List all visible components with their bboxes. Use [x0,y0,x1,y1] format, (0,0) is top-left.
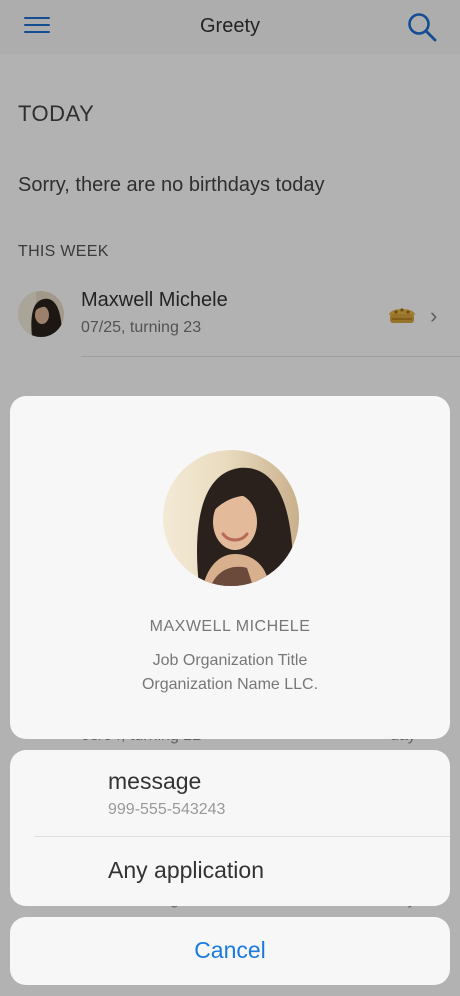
contact-full-name: MAXWELL MICHELE [149,618,311,635]
contact-photo [163,450,299,586]
message-option-label: message [108,768,202,794]
contact-organization: Organization Name LLC. [141,676,319,693]
greeting-options: message 999-555-543243 Any application [10,750,450,906]
phone-number: 999-555-543243 [108,801,226,818]
any-application-option[interactable]: Any application [10,837,450,906]
contact-job-title: Job Organization Title [152,652,308,669]
cancel-label: Cancel [194,937,266,963]
contact-card: MAXWELL MICHELE Job Organization Title O… [10,396,450,739]
send-message-option[interactable]: message 999-555-543243 [10,750,450,836]
cancel-button[interactable]: Cancel [10,917,450,985]
any-application-label: Any application [108,857,264,883]
